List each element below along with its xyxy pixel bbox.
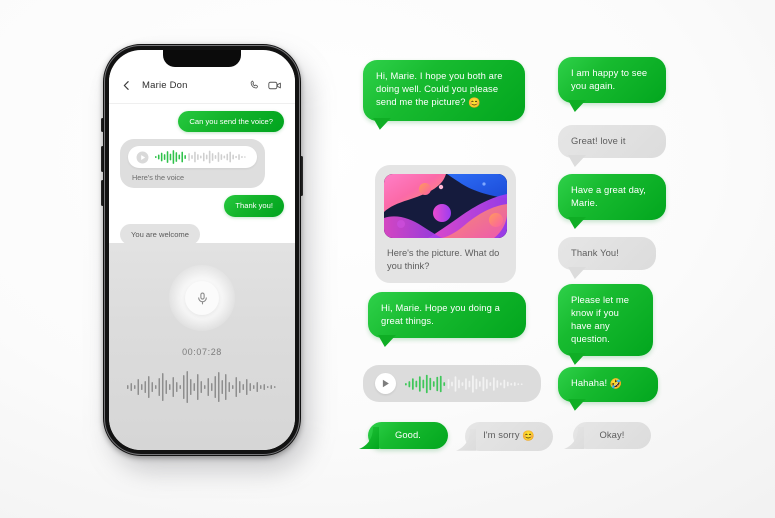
chat-bubble-green[interactable]: I am happy to see you again. [558, 57, 666, 103]
message-row: Thank you! [120, 195, 284, 217]
contact-name: Marie Don [142, 80, 188, 91]
bubble-b10[interactable]: Hahaha! 🤣 [558, 367, 658, 402]
bubble-b4-picture[interactable]: Here's the picture. What do you think? [375, 165, 516, 284]
bubble-b6[interactable]: Thank You! [558, 237, 656, 270]
blush-emoji: 😊 [522, 431, 535, 442]
chat-bubble-green[interactable]: Please let me know if you have any quest… [558, 284, 653, 356]
picture-caption: Here's the picture. What do you think? [387, 248, 500, 271]
chat-bubble-green[interactable]: Hi, Marie. I hope you both are doing wel… [363, 60, 525, 121]
bubble-showcase: Hi, Marie. I hope you both are doing wel… [355, 52, 755, 472]
phone-chat-thread[interactable]: Can you send the voice? Here's the voice… [109, 105, 295, 246]
phone-icon[interactable] [249, 80, 260, 91]
voice-waveform [405, 374, 523, 393]
chat-header: Marie Don [109, 68, 295, 104]
phone-screen: Marie Don Can you send the voice? Here's… [109, 50, 295, 450]
voice-message-player[interactable] [363, 365, 541, 402]
phone-mockup: Marie Don Can you send the voice? Here's… [101, 44, 309, 470]
voice-message-caption: Here's the voice [132, 173, 185, 183]
bubble-b7[interactable]: Hi, Marie. Hope you doing a great things… [368, 292, 526, 338]
bubble-b11[interactable]: Good. [368, 422, 448, 449]
picture-message-bubble[interactable]: Here's the picture. What do you think? [375, 165, 516, 284]
chat-bubble-gray[interactable]: Okay! [573, 422, 651, 449]
chat-bubble-green[interactable]: Good. [368, 422, 448, 449]
bubble-text: Hahaha! [571, 377, 608, 388]
record-button[interactable] [185, 281, 219, 315]
chat-bubble-gray[interactable]: I'm sorry 😊 [465, 422, 553, 451]
bubble-b9-voice[interactable] [363, 365, 541, 402]
voice-player[interactable] [128, 146, 257, 169]
voice-recorder-panel: 00:07:28 [109, 243, 295, 450]
header-action-icons [249, 80, 282, 91]
play-icon[interactable] [136, 151, 149, 164]
voice-message-bubble[interactable]: Here's the voice [120, 139, 265, 189]
audio-waveform [127, 371, 276, 403]
bubble-b5[interactable]: Have a great day, Marie. [558, 174, 666, 220]
phone-body: Marie Don Can you send the voice? Here's… [101, 44, 303, 456]
screen-notch [163, 50, 241, 67]
bubble-b8[interactable]: Please let me know if you have any quest… [558, 284, 653, 356]
chevron-left-icon[interactable] [120, 79, 133, 92]
smiley-emoji: 😊 [468, 97, 481, 109]
message-bubble-outgoing[interactable]: Thank you! [224, 195, 284, 217]
message-row: Can you send the voice? [120, 111, 284, 133]
chat-bubble-gray[interactable]: Great! love it [558, 125, 666, 158]
chat-bubble-green[interactable]: Hi, Marie. Hope you doing a great things… [368, 292, 526, 338]
bubble-b3[interactable]: Great! love it [558, 125, 666, 158]
recording-timer: 00:07:28 [182, 347, 222, 357]
laughing-emoji: 🤣 [609, 379, 623, 390]
chat-bubble-green[interactable]: Have a great day, Marie. [558, 174, 666, 220]
microphone-icon[interactable] [196, 292, 209, 305]
power-button[interactable] [300, 156, 303, 196]
bubble-text: I'm sorry [483, 429, 520, 440]
message-bubble-outgoing[interactable]: Can you send the voice? [178, 111, 284, 133]
abstract-gradient-image[interactable] [384, 174, 507, 238]
illustration-canvas: Marie Don Can you send the voice? Here's… [0, 0, 775, 518]
bubble-text: Hi, Marie. I hope you both are doing wel… [376, 70, 503, 107]
volume-down-button[interactable] [101, 180, 104, 206]
play-icon[interactable] [375, 373, 396, 394]
voice-waveform [155, 150, 246, 165]
bubble-b13[interactable]: Okay! [573, 422, 651, 449]
video-camera-icon[interactable] [268, 80, 282, 91]
chat-bubble-gray[interactable]: Thank You! [558, 237, 656, 270]
play-triangle-icon [382, 379, 389, 388]
mute-switch-button[interactable] [101, 118, 104, 132]
message-row: Here's the voice [120, 139, 284, 189]
bubble-b1[interactable]: Hi, Marie. I hope you both are doing wel… [363, 60, 525, 121]
bubble-b12[interactable]: I'm sorry 😊 [465, 422, 553, 451]
mic-glow [169, 265, 235, 331]
bubble-b2[interactable]: I am happy to see you again. [558, 57, 666, 103]
volume-up-button[interactable] [101, 146, 104, 172]
chat-bubble-green[interactable]: Hahaha! 🤣 [558, 367, 658, 402]
